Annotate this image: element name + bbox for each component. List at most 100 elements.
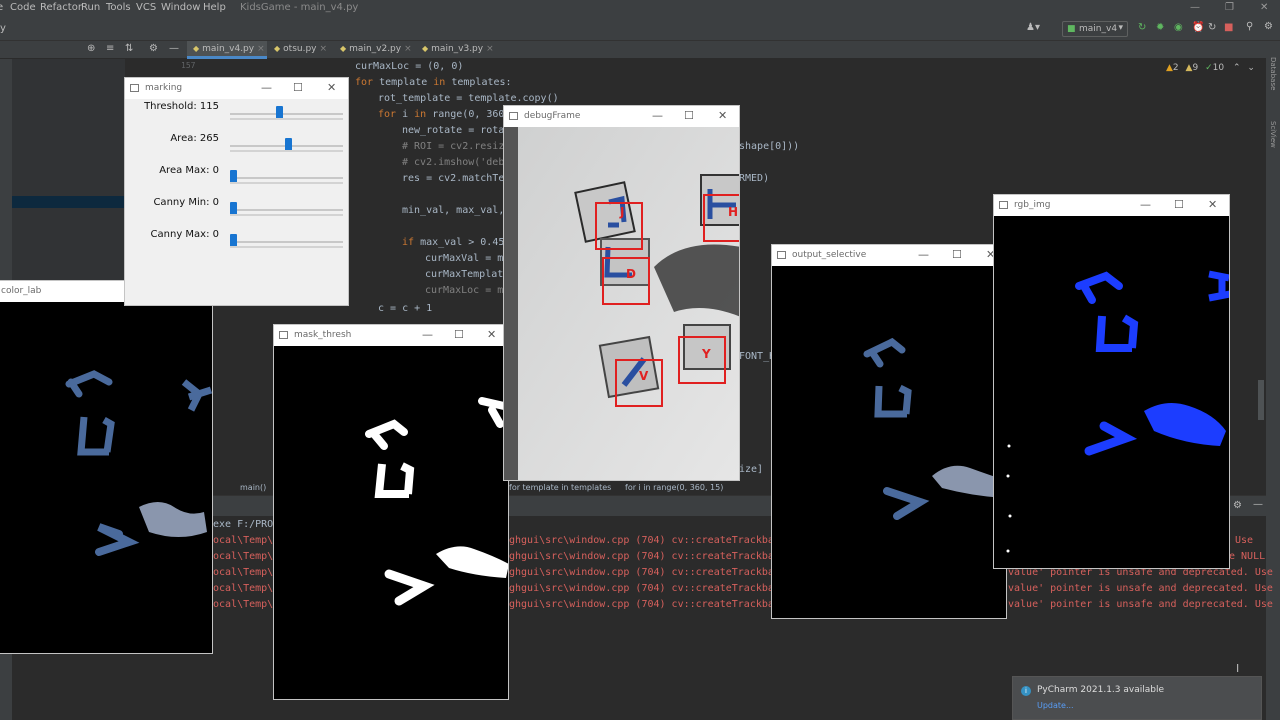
- menu-code[interactable]: Code: [10, 2, 36, 13]
- close-icon[interactable]: ✕: [1208, 198, 1217, 211]
- minimize-icon[interactable]: —: [1140, 198, 1151, 211]
- close-icon[interactable]: ✕: [327, 81, 336, 94]
- menu-window[interactable]: Window: [161, 2, 200, 13]
- gear-icon[interactable]: ⚙: [1233, 500, 1242, 511]
- trackbar-slider[interactable]: [230, 202, 343, 215]
- tab-main-v2[interactable]: ◆ main_v2.py ×: [336, 41, 416, 59]
- breadcrumb-loop2[interactable]: for i in range(0, 360, 15): [625, 483, 723, 492]
- trackbar-slider[interactable]: [230, 138, 343, 151]
- maximize-icon[interactable]: ☐: [952, 248, 962, 261]
- minimize-icon[interactable]: —: [1190, 2, 1200, 13]
- hide-icon[interactable]: —: [169, 43, 179, 54]
- window-title-bar[interactable]: mask_thresh — ☐ ✕: [274, 325, 508, 346]
- warning-count: 2: [1172, 63, 1179, 73]
- menu-refactor[interactable]: Refactor: [40, 2, 82, 13]
- sciview-tool[interactable]: SciView: [1269, 121, 1277, 148]
- trackbar-row: Area Max: 0: [125, 165, 347, 195]
- maximize-icon[interactable]: ☐: [454, 328, 464, 341]
- trackbar-baseline: [230, 182, 343, 184]
- tab-main-v4[interactable]: ◆ main_v4.py ×: [187, 41, 267, 59]
- trackbar-slider[interactable]: [230, 106, 343, 119]
- window-title-bar[interactable]: marking — ☐ ✕: [125, 78, 348, 99]
- debug-icon[interactable]: ✹: [1156, 22, 1164, 33]
- cv-window-color-lab[interactable]: color_lab: [0, 280, 213, 654]
- python-icon: ■: [1067, 24, 1076, 34]
- window-icon: [509, 112, 518, 120]
- code-line: FONT_H: [739, 351, 776, 362]
- maximize-icon[interactable]: ❐: [1225, 2, 1234, 13]
- tab-main-v3[interactable]: ◆ main_v3.py ×: [418, 41, 498, 59]
- collapse-all-icon[interactable]: ≡: [106, 43, 114, 54]
- tab-close-icon[interactable]: ×: [486, 44, 494, 54]
- breadcrumb-fn[interactable]: main(): [240, 483, 266, 492]
- hide-icon[interactable]: —: [1253, 499, 1263, 510]
- window-title-bar[interactable]: debugFrame — ☐ ✕: [504, 106, 739, 127]
- rerun-icon[interactable]: ↻: [1138, 22, 1146, 33]
- python-file-icon: ◆: [340, 44, 347, 53]
- cv-window-debug-frame[interactable]: debugFrame — ☐ ✕ J D H Y V: [503, 105, 740, 481]
- window-title: output_selective: [792, 250, 867, 260]
- output-selective-image: [863, 337, 1006, 520]
- close-icon[interactable]: ✕: [1260, 2, 1268, 13]
- profile-icon[interactable]: ⏰: [1192, 22, 1204, 33]
- minimize-icon[interactable]: —: [422, 328, 433, 341]
- selected-file-row[interactable]: [0, 196, 125, 208]
- trackbar-baseline: [230, 150, 343, 152]
- ok-count: 10: [1212, 63, 1225, 73]
- settings-icon[interactable]: ⚙: [1264, 21, 1273, 32]
- cv-window-mask-thresh[interactable]: mask_thresh — ☐ ✕: [273, 324, 509, 700]
- console-error-middle: ghgui\src\window.cpp (704) cv::createTra…: [509, 567, 780, 578]
- window-title-bar[interactable]: rgb_img — ☐ ✕: [994, 195, 1229, 216]
- close-icon[interactable]: ✕: [487, 328, 496, 341]
- coverage-icon[interactable]: ◉: [1174, 22, 1183, 33]
- database-tool[interactable]: Database: [1269, 57, 1277, 90]
- gear-icon[interactable]: ⚙: [149, 43, 158, 54]
- tab-label: otsu.py: [283, 44, 317, 54]
- chevron-up-icon[interactable]: ⌃: [1233, 63, 1241, 73]
- menu-help[interactable]: Help: [203, 2, 226, 13]
- target-icon[interactable]: ⊕: [87, 43, 95, 54]
- cv-window-output-selective[interactable]: output_selective — ☐ ✕: [771, 244, 1007, 619]
- menu-edge[interactable]: e: [0, 2, 3, 13]
- tab-otsu[interactable]: ◆ otsu.py ×: [270, 41, 334, 59]
- console-error-suffix: value' pointer is unsafe and deprecated.…: [1008, 599, 1273, 610]
- update-link[interactable]: Update...: [1037, 701, 1074, 710]
- tab-close-icon[interactable]: ×: [319, 44, 327, 54]
- maximize-icon[interactable]: ☐: [1174, 198, 1184, 211]
- breadcrumb-loop1[interactable]: for template in templates: [509, 483, 611, 492]
- window-title: debugFrame: [524, 111, 581, 121]
- inspection-widget[interactable]: ▲2 ▲9 ✓10 ⌃ ⌄: [1166, 63, 1255, 73]
- stop-icon[interactable]: ■: [1224, 22, 1233, 33]
- mask-image: [365, 397, 508, 606]
- maximize-icon[interactable]: ☐: [684, 109, 694, 122]
- close-icon[interactable]: ✕: [718, 109, 727, 122]
- window-title-bar[interactable]: output_selective — ☐ ✕: [772, 245, 1006, 266]
- menu-run[interactable]: Run: [81, 2, 100, 13]
- maximize-icon[interactable]: ☐: [293, 81, 303, 94]
- trackbar-slider[interactable]: [230, 234, 343, 247]
- console-error-prefix: ocal\Temp\p: [213, 551, 280, 562]
- tab-close-icon[interactable]: ×: [257, 44, 265, 54]
- trackbar-row: Threshold: 115: [125, 101, 347, 131]
- image-view: [772, 266, 1006, 618]
- minimize-icon[interactable]: —: [652, 109, 663, 122]
- attach-icon[interactable]: ↻: [1208, 22, 1216, 33]
- user-icon[interactable]: ♟▾: [1026, 22, 1040, 33]
- tab-close-icon[interactable]: ×: [404, 44, 412, 54]
- search-icon[interactable]: ⚲: [1246, 21, 1253, 32]
- run-config-select[interactable]: ■ main_v4 ▾: [1062, 21, 1128, 37]
- nav-arrow-icon[interactable]: y: [0, 23, 6, 34]
- minimize-icon[interactable]: —: [918, 248, 929, 261]
- menu-vcs[interactable]: VCS: [136, 2, 156, 13]
- expand-all-icon[interactable]: ⇅: [125, 43, 133, 54]
- minimize-icon[interactable]: —: [261, 81, 272, 94]
- trackbar-row: Canny Min: 0: [125, 197, 347, 227]
- window-title: color_lab: [1, 286, 42, 296]
- trackbar-slider[interactable]: [230, 170, 343, 183]
- menu-tools[interactable]: Tools: [106, 2, 131, 13]
- cv-window-rgb-img[interactable]: rgb_img — ☐ ✕: [993, 194, 1230, 569]
- chevron-down-icon[interactable]: ⌄: [1247, 63, 1255, 73]
- editor-scrollbar[interactable]: [1258, 380, 1264, 420]
- window-title: rgb_img: [1014, 200, 1051, 210]
- cv-window-marking[interactable]: marking — ☐ ✕ Threshold: 115 Area: 265 Are…: [124, 77, 349, 306]
